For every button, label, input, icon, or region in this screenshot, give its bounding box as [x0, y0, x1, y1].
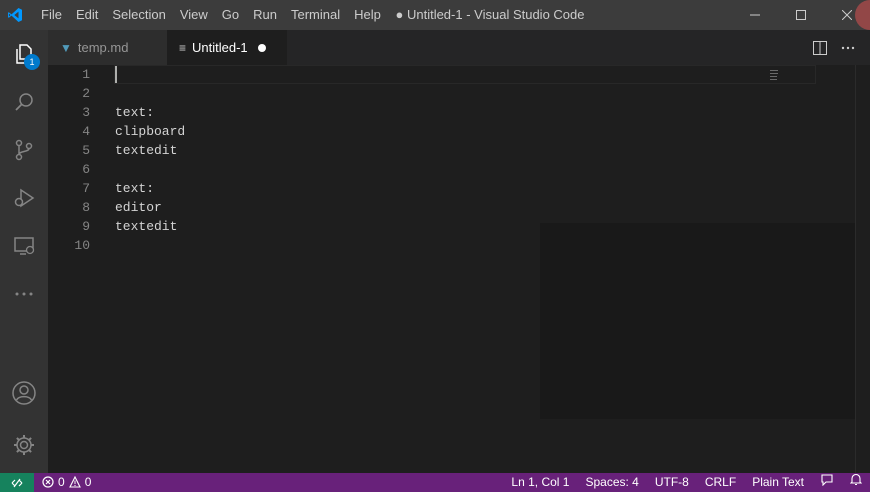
line-number: 2: [82, 86, 90, 101]
markdown-icon: ▼: [60, 40, 72, 55]
editor-line: 4 clipboard: [48, 122, 808, 141]
menu-edit[interactable]: Edit: [69, 0, 105, 30]
title-bar: File Edit Selection View Go Run Terminal…: [0, 0, 870, 30]
split-editor-icon: [813, 40, 827, 55]
line-number: 6: [82, 162, 90, 177]
account-icon: [12, 381, 36, 405]
split-editor-button[interactable]: [806, 30, 834, 65]
bell-icon: [849, 473, 863, 485]
language-mode[interactable]: Plain Text: [744, 473, 812, 492]
tab-label: temp.md: [77, 40, 129, 55]
warning-icon: [68, 476, 81, 488]
more-views-button[interactable]: [0, 270, 48, 318]
text-file-icon: ≡: [179, 40, 187, 55]
error-count: 0: [58, 475, 65, 489]
menu-run[interactable]: Run: [246, 0, 284, 30]
overlay-region: [540, 223, 856, 419]
tab-temp-md[interactable]: ▼ temp.md: [48, 30, 167, 65]
more-actions-button[interactable]: [834, 30, 862, 65]
menu-bar: File Edit Selection View Go Run Terminal…: [34, 0, 388, 30]
editor-line: 8 editor: [48, 198, 808, 217]
more-icon: [15, 292, 33, 296]
status-bar-right: Ln 1, Col 1 Spaces: 4 UTF-8 CRLF Plain T…: [503, 473, 870, 492]
line-number: 3: [82, 105, 90, 120]
line-number: 8: [82, 200, 90, 215]
current-line-highlight: [114, 65, 816, 84]
maximize-button[interactable]: [778, 0, 824, 30]
manage-button[interactable]: [0, 421, 48, 469]
editor-line: 6: [48, 160, 808, 179]
line-text: editor: [115, 200, 162, 215]
tab-untitled-1[interactable]: ≡ Untitled-1: [167, 30, 287, 65]
menu-go[interactable]: Go: [215, 0, 246, 30]
problems-indicator[interactable]: 0 0: [42, 473, 91, 492]
cursor-position[interactable]: Ln 1, Col 1: [503, 473, 577, 492]
minimize-icon: [750, 14, 760, 16]
minimap[interactable]: [770, 68, 790, 88]
line-text: textedit: [115, 143, 178, 158]
maximize-icon: [796, 10, 806, 20]
remote-explorer-icon: [14, 237, 35, 255]
more-actions-icon: [841, 46, 855, 49]
run-debug-button[interactable]: [0, 174, 48, 222]
editor-tabs: ▼ temp.md ≡ Untitled-1: [48, 30, 870, 65]
menu-help[interactable]: Help: [347, 0, 388, 30]
editor-line: 2: [48, 84, 808, 103]
line-text: text:: [115, 105, 155, 120]
editor-line: 1: [48, 65, 816, 84]
vscode-logo-icon: [0, 0, 30, 30]
settings-gear-icon: [14, 435, 34, 455]
editor-line: 7 text:: [48, 179, 808, 198]
editor-line: 5 textedit: [48, 141, 808, 160]
warning-count: 0: [84, 475, 92, 489]
menu-file[interactable]: File: [34, 0, 69, 30]
explorer-badge: 1: [24, 54, 40, 70]
feedback-icon: [821, 474, 833, 487]
unsaved-dot-icon[interactable]: [257, 43, 266, 52]
close-icon: [842, 10, 852, 20]
line-number: 9: [82, 219, 90, 234]
error-icon: [42, 476, 54, 488]
line-text: text:: [115, 181, 155, 196]
menu-view[interactable]: View: [173, 0, 215, 30]
text-cursor: [115, 66, 117, 83]
line-text: clipboard: [115, 124, 186, 139]
line-number: 1: [82, 67, 90, 82]
remote-icon: [11, 478, 23, 487]
search-button[interactable]: [0, 78, 48, 126]
window-controls: [732, 0, 870, 30]
status-bar: 0 0 Ln 1, Col 1 Spaces: 4 UTF-8 CRLF Pla…: [0, 473, 870, 492]
line-text: textedit: [115, 219, 178, 234]
indentation[interactable]: Spaces: 4: [577, 473, 646, 492]
line-number: 5: [82, 143, 90, 158]
remote-indicator-button[interactable]: [0, 473, 34, 492]
remote-explorer-button[interactable]: [0, 222, 48, 270]
line-number: 10: [74, 238, 90, 253]
vertical-scrollbar[interactable]: [855, 65, 870, 473]
source-control-button[interactable]: [0, 126, 48, 174]
end-of-line[interactable]: CRLF: [697, 473, 744, 492]
run-debug-icon: [14, 188, 35, 208]
line-number: 4: [82, 124, 90, 139]
explorer-button[interactable]: 1: [0, 30, 48, 78]
search-icon: [15, 93, 33, 111]
tab-label: Untitled-1: [192, 40, 248, 55]
notifications-button[interactable]: [842, 473, 870, 492]
feedback-button[interactable]: [812, 473, 842, 492]
activity-bar: 1: [0, 30, 48, 473]
line-number: 7: [82, 181, 90, 196]
editor-line: 3 text:: [48, 103, 808, 122]
source-control-icon: [15, 139, 33, 161]
menu-selection[interactable]: Selection: [105, 0, 172, 30]
editor[interactable]: 1 2 3 text: 4 clipboard 5 textedit 6 7 t…: [48, 65, 870, 473]
encoding[interactable]: UTF-8: [647, 473, 697, 492]
editor-actions: [806, 30, 870, 65]
minimize-button[interactable]: [732, 0, 778, 30]
menu-terminal[interactable]: Terminal: [284, 0, 347, 30]
accounts-button[interactable]: [0, 369, 48, 417]
